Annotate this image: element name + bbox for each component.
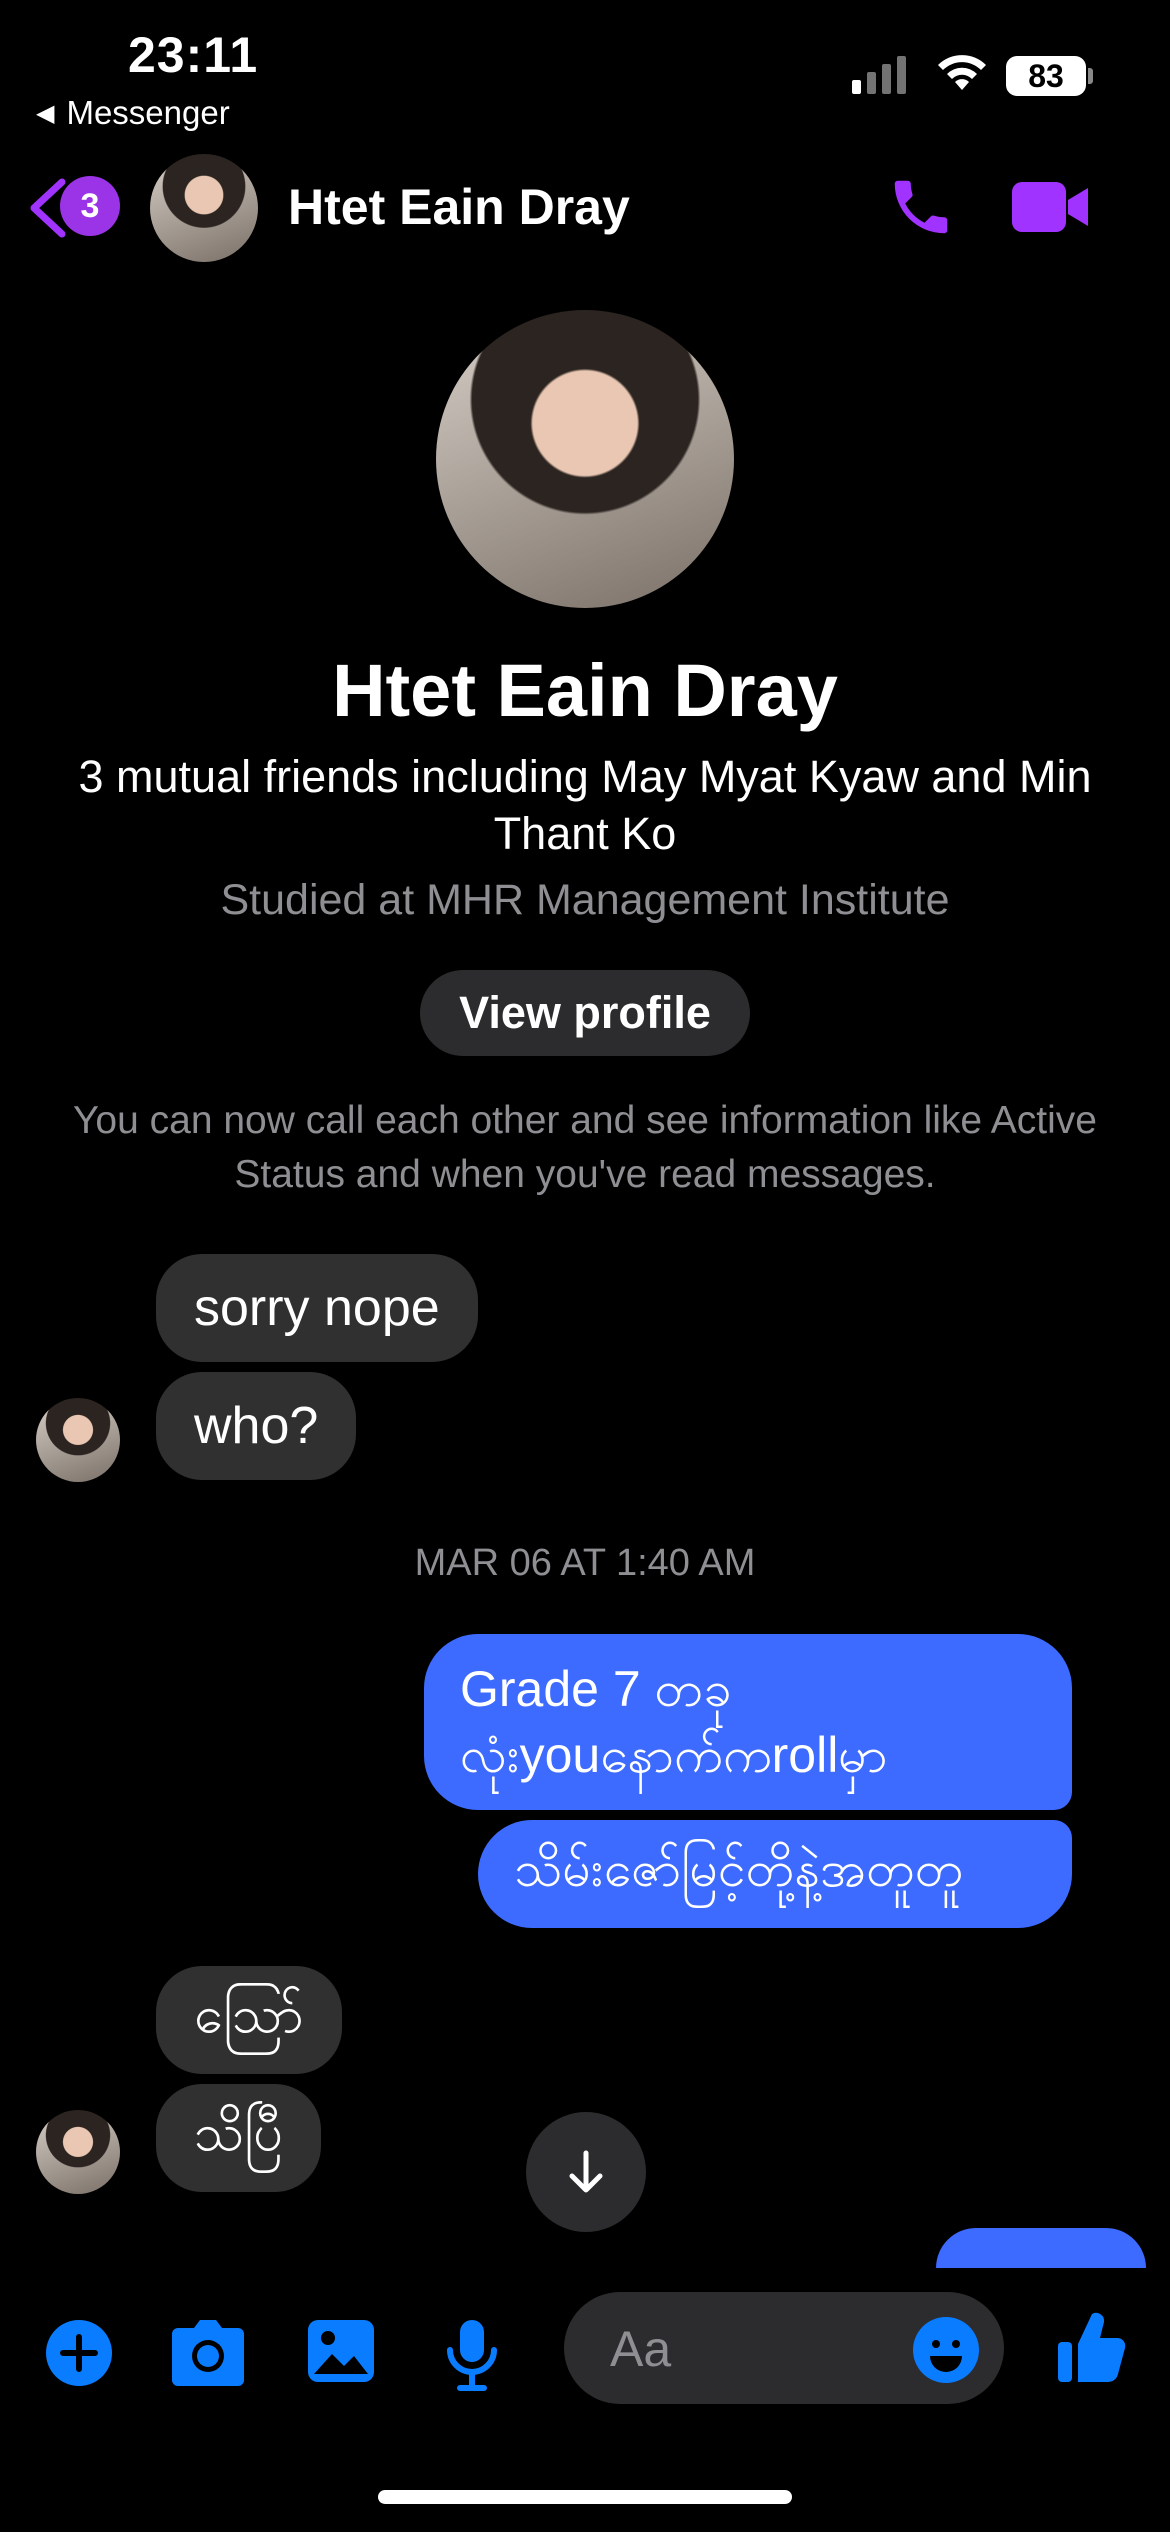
back-triangle-icon: ◀ bbox=[36, 99, 55, 127]
message-bubble-outgoing[interactable]: သိမ်းဇော်မြင့်တို့နဲ့အတူတူ bbox=[478, 1820, 1072, 1928]
plus-circle-icon bbox=[46, 2320, 112, 2386]
back-app-label: Messenger bbox=[66, 94, 230, 131]
voice-message-button[interactable] bbox=[444, 2318, 500, 2397]
view-profile-button[interactable]: View profile bbox=[420, 970, 750, 1056]
phone-icon bbox=[894, 180, 948, 234]
microphone-icon bbox=[447, 2320, 497, 2391]
thumbs-up-icon bbox=[1058, 2312, 1126, 2383]
message-bubble-incoming[interactable]: who? bbox=[156, 1372, 357, 1480]
add-button[interactable] bbox=[44, 2318, 114, 2393]
camera-icon bbox=[172, 2320, 244, 2386]
header-avatar[interactable] bbox=[150, 154, 258, 262]
battery-tip bbox=[1088, 68, 1093, 84]
message-bubble-outgoing-partial[interactable] bbox=[936, 2228, 1146, 2268]
scroll-to-bottom-button[interactable] bbox=[526, 2112, 646, 2232]
message-bubble-incoming[interactable]: sorry nope bbox=[156, 1254, 478, 1362]
emoji-button[interactable] bbox=[912, 2316, 980, 2389]
battery-icon: 83 bbox=[1006, 56, 1086, 96]
phone-call-button[interactable] bbox=[886, 172, 956, 247]
arrow-down-icon bbox=[569, 2150, 603, 2193]
gallery-button[interactable] bbox=[306, 2318, 376, 2389]
profile-avatar[interactable] bbox=[436, 310, 734, 608]
sender-avatar[interactable] bbox=[36, 1398, 120, 1482]
sender-avatar[interactable] bbox=[36, 2110, 120, 2194]
mutual-friends-text: 3 mutual friends including May Myat Kyaw… bbox=[78, 751, 1092, 859]
back-to-app-link[interactable]: ◀ Messenger bbox=[36, 94, 230, 132]
message-input-placeholder: Aa bbox=[610, 2321, 672, 2377]
cellular-signal-icon bbox=[852, 54, 906, 94]
education-text: Studied at MHR Management Institute bbox=[220, 876, 950, 924]
smiley-icon bbox=[913, 2317, 979, 2383]
unread-badge: 3 bbox=[60, 176, 120, 236]
message-timestamp: MAR 06 AT 1:40 AM bbox=[414, 1542, 756, 1584]
header-contact-name[interactable]: Htet Eain Dray bbox=[288, 178, 630, 236]
home-indicator[interactable] bbox=[378, 2490, 792, 2504]
message-bubble-outgoing[interactable]: Grade 7 တခု လုံးyouနောက်ကrollမှာ bbox=[424, 1634, 1072, 1810]
connection-notice: You can now call each other and see info… bbox=[72, 1099, 1098, 1196]
photo-gallery-icon bbox=[308, 2320, 374, 2382]
message-bubble-incoming[interactable]: သိပြီ bbox=[156, 2084, 321, 2192]
camera-button[interactable] bbox=[170, 2318, 246, 2393]
video-camera-icon bbox=[1012, 182, 1088, 232]
status-time: 23:11 bbox=[128, 27, 259, 83]
video-call-button[interactable] bbox=[1010, 180, 1092, 239]
message-bubble-incoming[interactable]: သြော် bbox=[156, 1966, 342, 2074]
like-button[interactable] bbox=[1056, 2308, 1128, 2389]
profile-name: Htet Eain Dray bbox=[332, 649, 838, 732]
wifi-icon bbox=[936, 52, 988, 97]
